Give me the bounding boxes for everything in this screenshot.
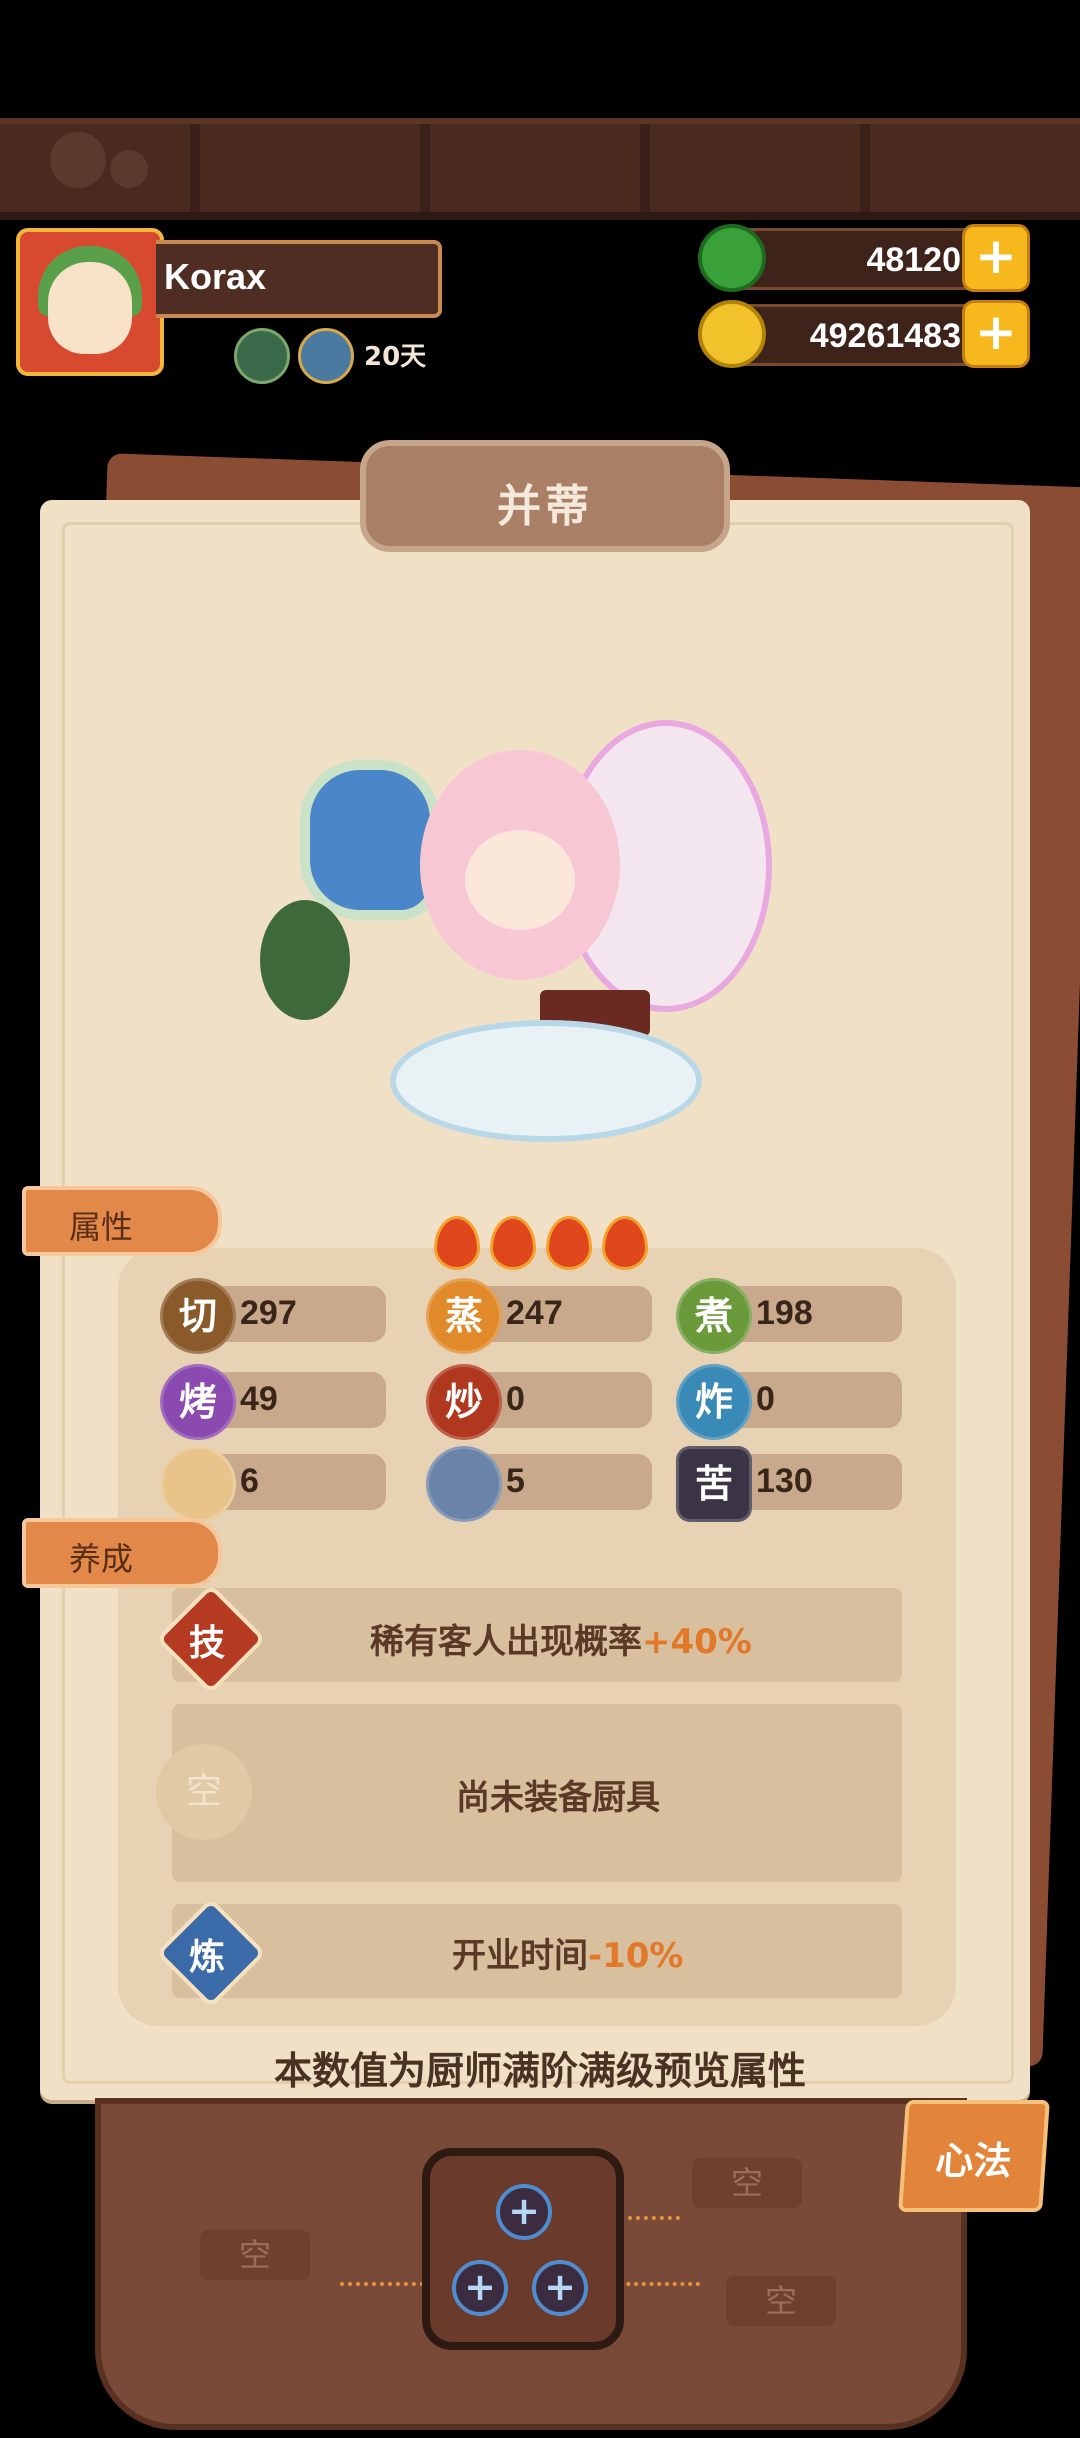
leafy-branch <box>260 900 350 1020</box>
deepfry-skill-icon: 炸 <box>676 1364 752 1440</box>
stirfry-skill-icon: 炒 <box>426 1364 502 1440</box>
slot-add-button[interactable]: + <box>496 2184 552 2240</box>
jade-add-button[interactable]: + <box>962 224 1030 292</box>
skill-highlight: +40% <box>642 1622 752 1662</box>
beam-strut <box>860 124 870 212</box>
equipment-slot[interactable]: 空 <box>156 1744 252 1840</box>
refine-badge-label: 炼 <box>188 1937 225 1978</box>
beam-strut <box>640 124 650 212</box>
deepfry-skill-value: 0 <box>756 1380 775 1418</box>
chick-decoration <box>50 132 106 188</box>
days-label: 20天 <box>364 342 427 372</box>
roast-skill-value: 49 <box>240 1380 278 1418</box>
preview-note: 本数值为厨师满阶满级预览属性 <box>273 2049 806 2093</box>
coin-value: 49261483 <box>809 317 961 355</box>
empty-slot-top-right[interactable]: 空 <box>692 2158 802 2208</box>
jade-value: 48120 <box>866 241 961 279</box>
cultivation-tag: 养成 <box>22 1518 222 1588</box>
slot-add-button[interactable]: + <box>452 2260 508 2316</box>
cloud-base <box>390 1020 702 1142</box>
attributes-tag-label: 属性 <box>68 1208 133 1246</box>
cut-skill-icon: 切 <box>160 1278 236 1354</box>
refine-text: 开业时间 <box>452 1936 588 1976</box>
boil-skill-value: 198 <box>756 1294 813 1332</box>
center-slot[interactable] <box>422 2148 624 2350</box>
avatar-face <box>48 262 132 354</box>
player-name-box[interactable]: Korax <box>156 240 442 318</box>
dough-icon <box>160 1446 236 1522</box>
refine-highlight: -10% <box>588 1936 684 1976</box>
beam-strut <box>420 124 430 212</box>
skill-description: 稀有客人出现概率+40% <box>370 1614 752 1663</box>
skill-text: 稀有客人出现概率 <box>370 1622 642 1662</box>
heart-cloud <box>300 760 440 920</box>
chef-title: 并蒂 <box>497 481 593 532</box>
coin-icon <box>698 300 766 368</box>
fish-value: 5 <box>506 1462 525 1500</box>
refine-description: 开业时间-10% <box>452 1928 684 1977</box>
chef-title-plate: 并蒂 <box>360 440 730 552</box>
chef-book-icon[interactable] <box>234 328 290 384</box>
roast-skill-icon: 烤 <box>160 1364 236 1440</box>
cultivation-tag-label: 养成 <box>68 1540 133 1578</box>
boil-skill-icon: 煮 <box>676 1278 752 1354</box>
dough-value: 6 <box>240 1462 259 1500</box>
skill-badge-label: 技 <box>188 1623 225 1664</box>
xinfa-button[interactable]: 心法 <box>898 2100 1050 2212</box>
beam-strut <box>190 124 200 212</box>
slot-add-button[interactable]: + <box>532 2260 588 2316</box>
bitter-value: 130 <box>756 1462 813 1500</box>
empty-slot-left[interactable]: 空 <box>200 2230 310 2280</box>
chef-face <box>465 830 575 930</box>
attributes-tag: 属性 <box>22 1186 222 1256</box>
top-beam <box>0 118 1080 220</box>
player-avatar[interactable] <box>16 228 164 376</box>
stirfry-skill-value: 0 <box>506 1380 525 1418</box>
coin-add-button[interactable]: + <box>962 300 1030 368</box>
steam-skill-value: 247 <box>506 1294 563 1332</box>
player-name: Korax <box>164 256 267 297</box>
chef-portrait[interactable] <box>240 700 800 1180</box>
cut-skill-value: 297 <box>240 1294 297 1332</box>
empty-slot-bottom-right[interactable]: 空 <box>726 2276 836 2326</box>
equipment-text: 尚未装备厨具 <box>456 1778 660 1818</box>
steam-skill-icon: 蒸 <box>426 1278 502 1354</box>
bitter-icon: 苦 <box>676 1446 752 1522</box>
xinfa-label: 心法 <box>934 2139 1014 2183</box>
fish-icon <box>426 1446 502 1522</box>
bowl-icon[interactable] <box>298 328 354 384</box>
chick-decoration <box>110 150 148 188</box>
jade-icon <box>698 224 766 292</box>
